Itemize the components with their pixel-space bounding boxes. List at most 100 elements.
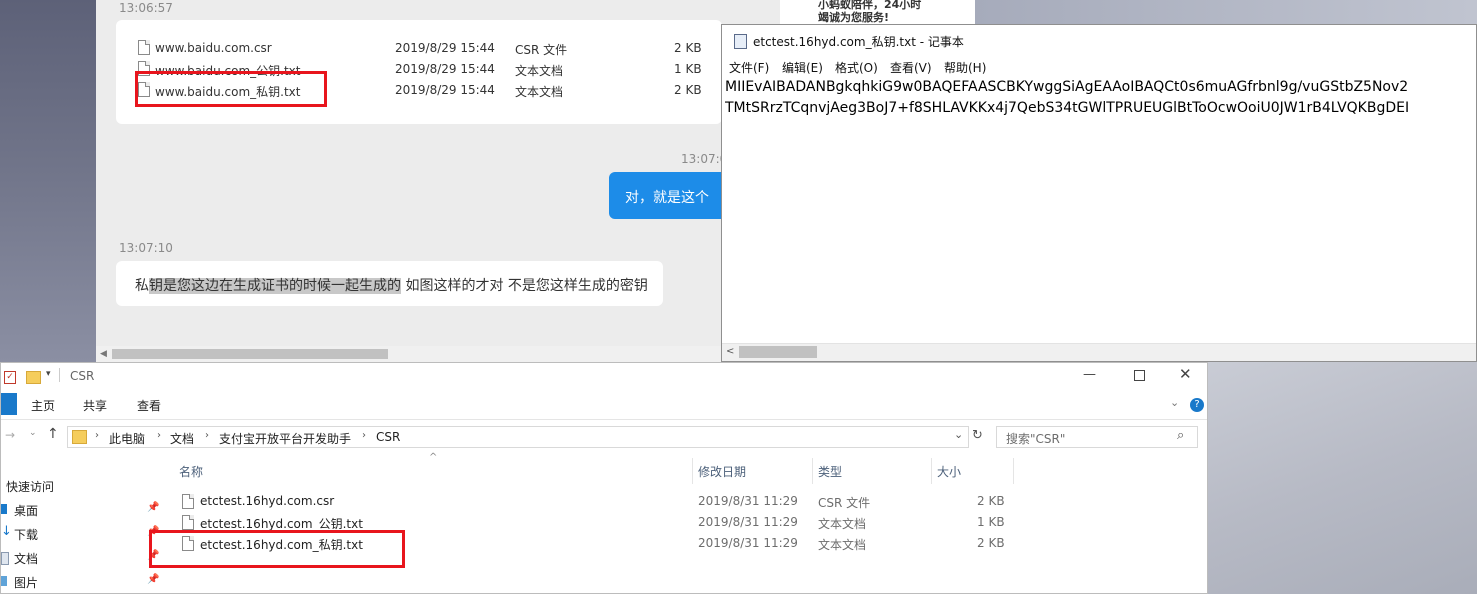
- column-header-type[interactable]: 类型: [818, 463, 842, 480]
- file-row[interactable]: etctest.16hyd.com.csr 2019/8/31 11:29 CS…: [161, 491, 1209, 512]
- menu-format[interactable]: 格式(O): [835, 59, 878, 76]
- chat-horizontal-scrollbar[interactable]: ◀: [96, 346, 780, 362]
- column-separator[interactable]: [692, 458, 693, 484]
- nav-documents[interactable]: 文档 📌: [1, 547, 161, 569]
- address-dropdown-icon[interactable]: ⌄: [954, 428, 963, 441]
- help-icon[interactable]: ?: [1190, 398, 1204, 412]
- nav-desktop[interactable]: 桌面 📌: [1, 499, 161, 521]
- breadcrumb-separator-icon: ›: [95, 430, 99, 441]
- column-separator[interactable]: [812, 458, 813, 484]
- properties-check-icon[interactable]: ✓: [4, 371, 16, 384]
- file-type: 文本文档: [818, 538, 867, 552]
- documents-icon: [1, 552, 9, 565]
- nav-label: 快速访问: [6, 480, 55, 494]
- quick-access-dropdown-icon[interactable]: ▾: [46, 369, 51, 379]
- file-icon: [138, 40, 150, 55]
- message-text: 私钥是您这边在生成证书的时候一起生成的 如图这样的才对 不是您这样生成的密钥: [135, 275, 648, 295]
- file-size: 2 KB: [977, 536, 1005, 550]
- close-icon[interactable]: ✕: [1179, 365, 1192, 383]
- breadcrumb-this-pc[interactable]: 此电脑: [109, 430, 145, 447]
- tab-home[interactable]: 主页: [31, 397, 55, 414]
- breadcrumb-csr[interactable]: CSR: [376, 430, 400, 444]
- menu-help[interactable]: 帮助(H): [944, 59, 986, 76]
- breadcrumb-separator-icon: ›: [157, 430, 161, 441]
- notepad-title-bar: etctest.16hyd.com_私钥.txt - 记事本: [722, 25, 1476, 56]
- nav-pictures[interactable]: 图片 📌: [1, 571, 161, 593]
- download-icon: ↓: [1, 524, 12, 539]
- desktop-background: [0, 0, 96, 362]
- chat-file-row[interactable]: www.baidu.com.csr 2019/8/29 15:44 CSR 文件…: [116, 38, 722, 59]
- navigation-pane: 快速访问 桌面 📌 ↓ 下载 📌 文档 📌 图片 📌: [1, 453, 161, 593]
- refresh-icon[interactable]: ↻: [972, 428, 983, 443]
- tab-view[interactable]: 查看: [137, 397, 161, 414]
- annotation-red-box: [135, 71, 327, 107]
- file-name: etctest.16hyd.com.csr: [200, 494, 335, 508]
- nav-label: 下载: [14, 528, 39, 542]
- sort-indicator-icon: ^: [429, 452, 438, 463]
- file-date: 2019/8/31 11:29: [698, 536, 798, 550]
- file-type: CSR 文件: [818, 496, 871, 510]
- breadcrumb-documents[interactable]: 文档: [170, 430, 194, 447]
- message-bubble: 私钥是您这边在生成证书的时候一起生成的 如图这样的才对 不是您这样生成的密钥: [116, 261, 663, 306]
- menu-edit[interactable]: 编辑(E): [782, 59, 823, 76]
- pin-icon: 📌: [147, 574, 160, 585]
- ribbon-expand-icon[interactable]: ⌄: [1170, 396, 1179, 409]
- folder-icon: [72, 430, 87, 444]
- back-arrow-icon[interactable]: →: [5, 428, 15, 442]
- title-divider: [59, 368, 60, 382]
- column-header-name[interactable]: 名称: [179, 463, 203, 480]
- nav-label: 图片: [14, 576, 39, 590]
- recent-dropdown-icon[interactable]: ⌄: [29, 428, 37, 438]
- message-timestamp: 13:07:10: [119, 241, 173, 255]
- file-size: 1 KB: [674, 62, 702, 76]
- scrollbar-thumb[interactable]: [112, 349, 388, 359]
- nav-quick-access[interactable]: 快速访问: [1, 475, 161, 497]
- file-type: CSR 文件: [515, 43, 568, 57]
- pin-icon: 📌: [147, 502, 160, 513]
- menu-view[interactable]: 查看(V): [890, 59, 932, 76]
- text-line: TMtSRrzTCqnvjAeg3BoJ7+f8SHLAVKKx4j7QebS3…: [725, 100, 1410, 116]
- column-header-date[interactable]: 修改日期: [698, 463, 746, 480]
- message-timestamp: 13:06:57: [119, 1, 173, 15]
- address-bar[interactable]: › 此电脑 › 文档 › 支付宝开放平台开发助手 › CSR ⌄: [67, 426, 969, 448]
- minimize-icon[interactable]: —: [1083, 367, 1096, 382]
- scroll-left-arrow-icon[interactable]: ◀: [100, 349, 107, 359]
- file-date: 2019/8/29 15:44: [395, 41, 495, 55]
- breadcrumb-alipay-helper[interactable]: 支付宝开放平台开发助手: [219, 430, 351, 447]
- file-menu-tab[interactable]: [1, 393, 17, 415]
- file-date: 2019/8/31 11:29: [698, 494, 798, 508]
- file-size: 1 KB: [977, 515, 1005, 529]
- address-bar-row: → ⌄ ↑ › 此电脑 › 文档 › 支付宝开放平台开发助手 › CSR ⌄ ↻…: [1, 419, 1207, 453]
- column-separator[interactable]: [1013, 458, 1014, 484]
- message-text-selected: 钥是您这边在生成证书的时候一起生成的: [149, 278, 401, 294]
- maximize-icon[interactable]: [1134, 370, 1145, 381]
- search-box[interactable]: 搜索"CSR" ⌕: [996, 426, 1198, 448]
- desktop-background-bottom: [1208, 362, 1477, 594]
- folder-icon[interactable]: [26, 371, 41, 384]
- tab-share[interactable]: 共享: [83, 397, 107, 414]
- desktop-background-top: [975, 0, 1477, 24]
- notepad-horizontal-scrollbar[interactable]: <: [722, 343, 1476, 361]
- pictures-icon: [1, 576, 7, 586]
- file-date: 2019/8/29 15:44: [395, 62, 495, 76]
- file-icon: [182, 494, 194, 509]
- nav-downloads[interactable]: ↓ 下载 📌: [1, 523, 161, 545]
- notepad-text-area[interactable]: MIIEvAIBADANBgkqhkiG9w0BAQEFAASCBKYwggSi…: [725, 77, 1475, 343]
- search-placeholder: 搜索"CSR": [1006, 432, 1066, 446]
- menu-file[interactable]: 文件(F): [729, 59, 769, 76]
- notepad-window: etctest.16hyd.com_私钥.txt - 记事本 文件(F) 编辑(…: [721, 24, 1477, 362]
- reply-bubble: 对，就是这个: [609, 172, 729, 219]
- notepad-title: etctest.16hyd.com_私钥.txt - 记事本: [753, 35, 964, 49]
- breadcrumb-separator-icon: ›: [205, 430, 209, 441]
- explorer-title-bar: ✓ ▾ CSR — ✕: [1, 363, 1207, 391]
- scrollbar-thumb[interactable]: [739, 346, 817, 358]
- desktop-icon: [1, 504, 7, 514]
- message-text-end: 如图这样的才对 不是您这样生成的密钥: [401, 278, 648, 294]
- reply-text: 对，就是这个: [625, 190, 709, 206]
- column-header-size[interactable]: 大小: [937, 463, 961, 480]
- up-arrow-icon[interactable]: ↑: [47, 426, 59, 442]
- file-type: 文本文档: [515, 85, 564, 99]
- scroll-left-arrow-icon[interactable]: <: [726, 346, 734, 357]
- message-text-start: 私: [135, 278, 149, 294]
- column-separator[interactable]: [931, 458, 932, 484]
